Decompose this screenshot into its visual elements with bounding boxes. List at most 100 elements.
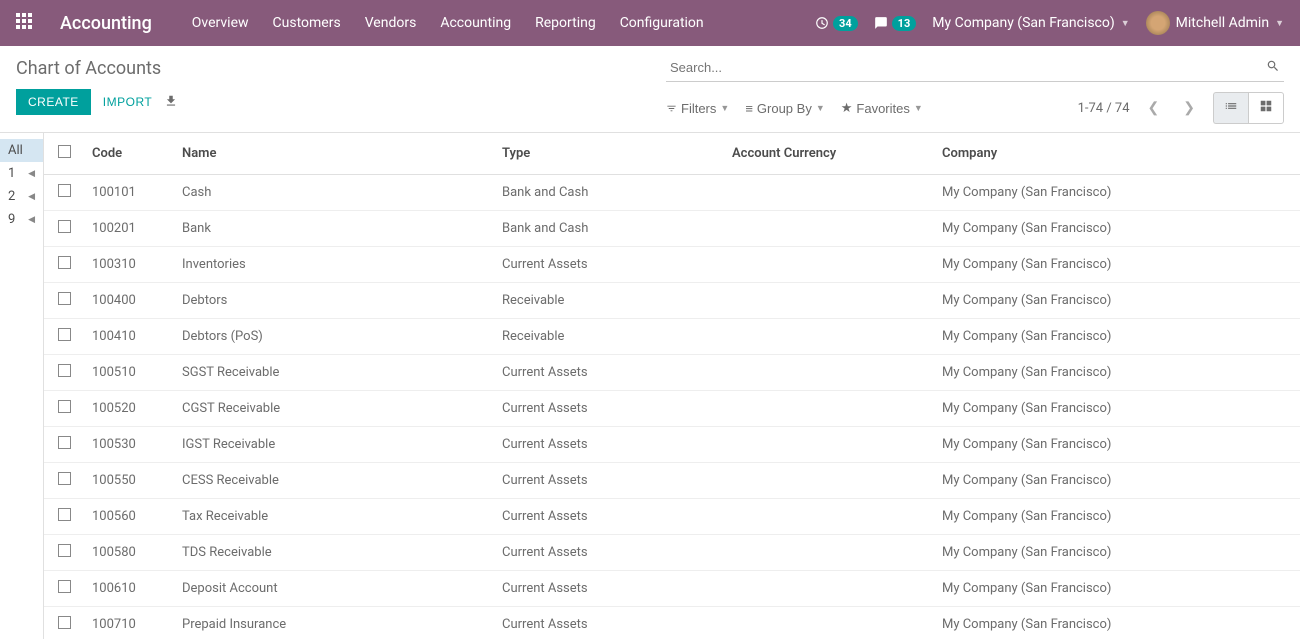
nav-right: 34 13 My Company (San Francisco) ▼ Mitch… <box>815 11 1284 35</box>
row-checkbox[interactable] <box>58 544 71 557</box>
kanban-view-button[interactable] <box>1248 92 1284 124</box>
messages-indicator[interactable]: 13 <box>874 16 917 31</box>
cell-currency <box>724 391 934 427</box>
select-all-checkbox[interactable] <box>58 145 71 158</box>
cell-type: Receivable <box>494 283 724 319</box>
col-header-code[interactable]: Code <box>84 133 174 175</box>
col-header-company[interactable]: Company <box>934 133 1300 175</box>
cell-currency <box>724 427 934 463</box>
user-menu[interactable]: Mitchell Admin ▼ <box>1146 11 1284 35</box>
row-checkbox[interactable] <box>58 580 71 593</box>
side-filter-2[interactable]: 2 ◀ <box>0 185 43 208</box>
table-row[interactable]: 100530IGST ReceivableCurrent AssetsMy Co… <box>44 427 1300 463</box>
activity-count: 34 <box>833 16 858 31</box>
activity-indicator[interactable]: 34 <box>815 16 858 31</box>
table-row[interactable]: 100610Deposit AccountCurrent AssetsMy Co… <box>44 571 1300 607</box>
search-icon[interactable] <box>1262 55 1284 81</box>
row-checkbox[interactable] <box>58 508 71 521</box>
top-navbar: Accounting Overview Customers Vendors Ac… <box>0 0 1300 46</box>
caret-down-icon: ▼ <box>816 103 825 113</box>
table-row[interactable]: 100510SGST ReceivableCurrent AssetsMy Co… <box>44 355 1300 391</box>
menu-customers[interactable]: Customers <box>273 15 341 31</box>
search-input[interactable] <box>666 54 1262 81</box>
cell-name: TDS Receivable <box>174 535 494 571</box>
table-row[interactable]: 100410Debtors (PoS)ReceivableMy Company … <box>44 319 1300 355</box>
cell-currency <box>724 463 934 499</box>
row-checkbox[interactable] <box>58 364 71 377</box>
company-selector[interactable]: My Company (San Francisco) ▼ <box>932 15 1129 31</box>
cell-company: My Company (San Francisco) <box>934 211 1300 247</box>
download-button[interactable] <box>164 94 178 111</box>
cell-type: Current Assets <box>494 247 724 283</box>
pager-prev[interactable]: ❮ <box>1142 96 1166 120</box>
side-filter-9[interactable]: 9 ◀ <box>0 208 43 231</box>
row-checkbox[interactable] <box>58 256 71 269</box>
menu-accounting[interactable]: Accounting <box>440 15 511 31</box>
cell-name: Bank <box>174 211 494 247</box>
col-header-currency[interactable]: Account Currency <box>724 133 934 175</box>
cell-name: IGST Receivable <box>174 427 494 463</box>
cell-code: 100710 <box>84 607 174 639</box>
import-button[interactable]: IMPORT <box>103 95 152 109</box>
row-checkbox[interactable] <box>58 328 71 341</box>
avatar <box>1146 11 1170 35</box>
table-row[interactable]: 100201BankBank and CashMy Company (San F… <box>44 211 1300 247</box>
cell-name: Debtors (PoS) <box>174 319 494 355</box>
table-container[interactable]: Code Name Type Account Currency Company … <box>44 133 1300 639</box>
menu-vendors[interactable]: Vendors <box>365 15 417 31</box>
chevron-left-icon: ◀ <box>28 192 35 202</box>
cell-name: Prepaid Insurance <box>174 607 494 639</box>
table-row[interactable]: 100580TDS ReceivableCurrent AssetsMy Com… <box>44 535 1300 571</box>
table-row[interactable]: 100101CashBank and CashMy Company (San F… <box>44 175 1300 211</box>
kanban-icon <box>1259 99 1273 113</box>
cell-name: CESS Receivable <box>174 463 494 499</box>
caret-down-icon: ▼ <box>914 103 923 113</box>
star-icon: ★ <box>841 100 853 116</box>
row-checkbox[interactable] <box>58 436 71 449</box>
caret-down-icon: ▼ <box>720 103 729 113</box>
favorites-button[interactable]: ★ Favorites ▼ <box>841 100 923 116</box>
table-row[interactable]: 100310InventoriesCurrent AssetsMy Compan… <box>44 247 1300 283</box>
cell-currency <box>724 283 934 319</box>
side-filter-all[interactable]: All <box>0 139 43 162</box>
filters-button[interactable]: Filters ▼ <box>666 100 729 116</box>
col-header-name[interactable]: Name <box>174 133 494 175</box>
cell-company: My Company (San Francisco) <box>934 319 1300 355</box>
row-checkbox[interactable] <box>58 616 71 629</box>
chevron-left-icon: ◀ <box>28 215 35 225</box>
side-filter-1[interactable]: 1 ◀ <box>0 162 43 185</box>
create-button[interactable]: CREATE <box>16 89 91 115</box>
cell-type: Current Assets <box>494 355 724 391</box>
cell-code: 100520 <box>84 391 174 427</box>
cell-company: My Company (San Francisco) <box>934 283 1300 319</box>
cell-code: 100310 <box>84 247 174 283</box>
row-checkbox[interactable] <box>58 292 71 305</box>
col-header-type[interactable]: Type <box>494 133 724 175</box>
cell-name: Cash <box>174 175 494 211</box>
table-row[interactable]: 100560Tax ReceivableCurrent AssetsMy Com… <box>44 499 1300 535</box>
menu-configuration[interactable]: Configuration <box>620 15 704 31</box>
cell-code: 100550 <box>84 463 174 499</box>
menu-overview[interactable]: Overview <box>192 15 249 31</box>
menu-reporting[interactable]: Reporting <box>535 15 596 31</box>
cell-company: My Company (San Francisco) <box>934 499 1300 535</box>
cell-company: My Company (San Francisco) <box>934 463 1300 499</box>
table-row[interactable]: 100400DebtorsReceivableMy Company (San F… <box>44 283 1300 319</box>
row-checkbox[interactable] <box>58 472 71 485</box>
clock-icon <box>815 16 829 30</box>
row-checkbox[interactable] <box>58 400 71 413</box>
pager-text[interactable]: 1-74 / 74 <box>1078 101 1130 116</box>
app-brand[interactable]: Accounting <box>60 13 152 34</box>
row-checkbox[interactable] <box>58 220 71 233</box>
chat-icon <box>874 16 888 30</box>
apps-icon[interactable] <box>16 13 36 33</box>
pager-next[interactable]: ❯ <box>1177 96 1201 120</box>
row-checkbox[interactable] <box>58 184 71 197</box>
table-row[interactable]: 100520CGST ReceivableCurrent AssetsMy Co… <box>44 391 1300 427</box>
list-view-button[interactable] <box>1213 92 1248 124</box>
table-row[interactable]: 100710Prepaid InsuranceCurrent AssetsMy … <box>44 607 1300 639</box>
groupby-button[interactable]: ≡ Group By ▼ <box>745 100 824 116</box>
cell-currency <box>724 211 934 247</box>
message-count: 13 <box>892 16 917 31</box>
table-row[interactable]: 100550CESS ReceivableCurrent AssetsMy Co… <box>44 463 1300 499</box>
